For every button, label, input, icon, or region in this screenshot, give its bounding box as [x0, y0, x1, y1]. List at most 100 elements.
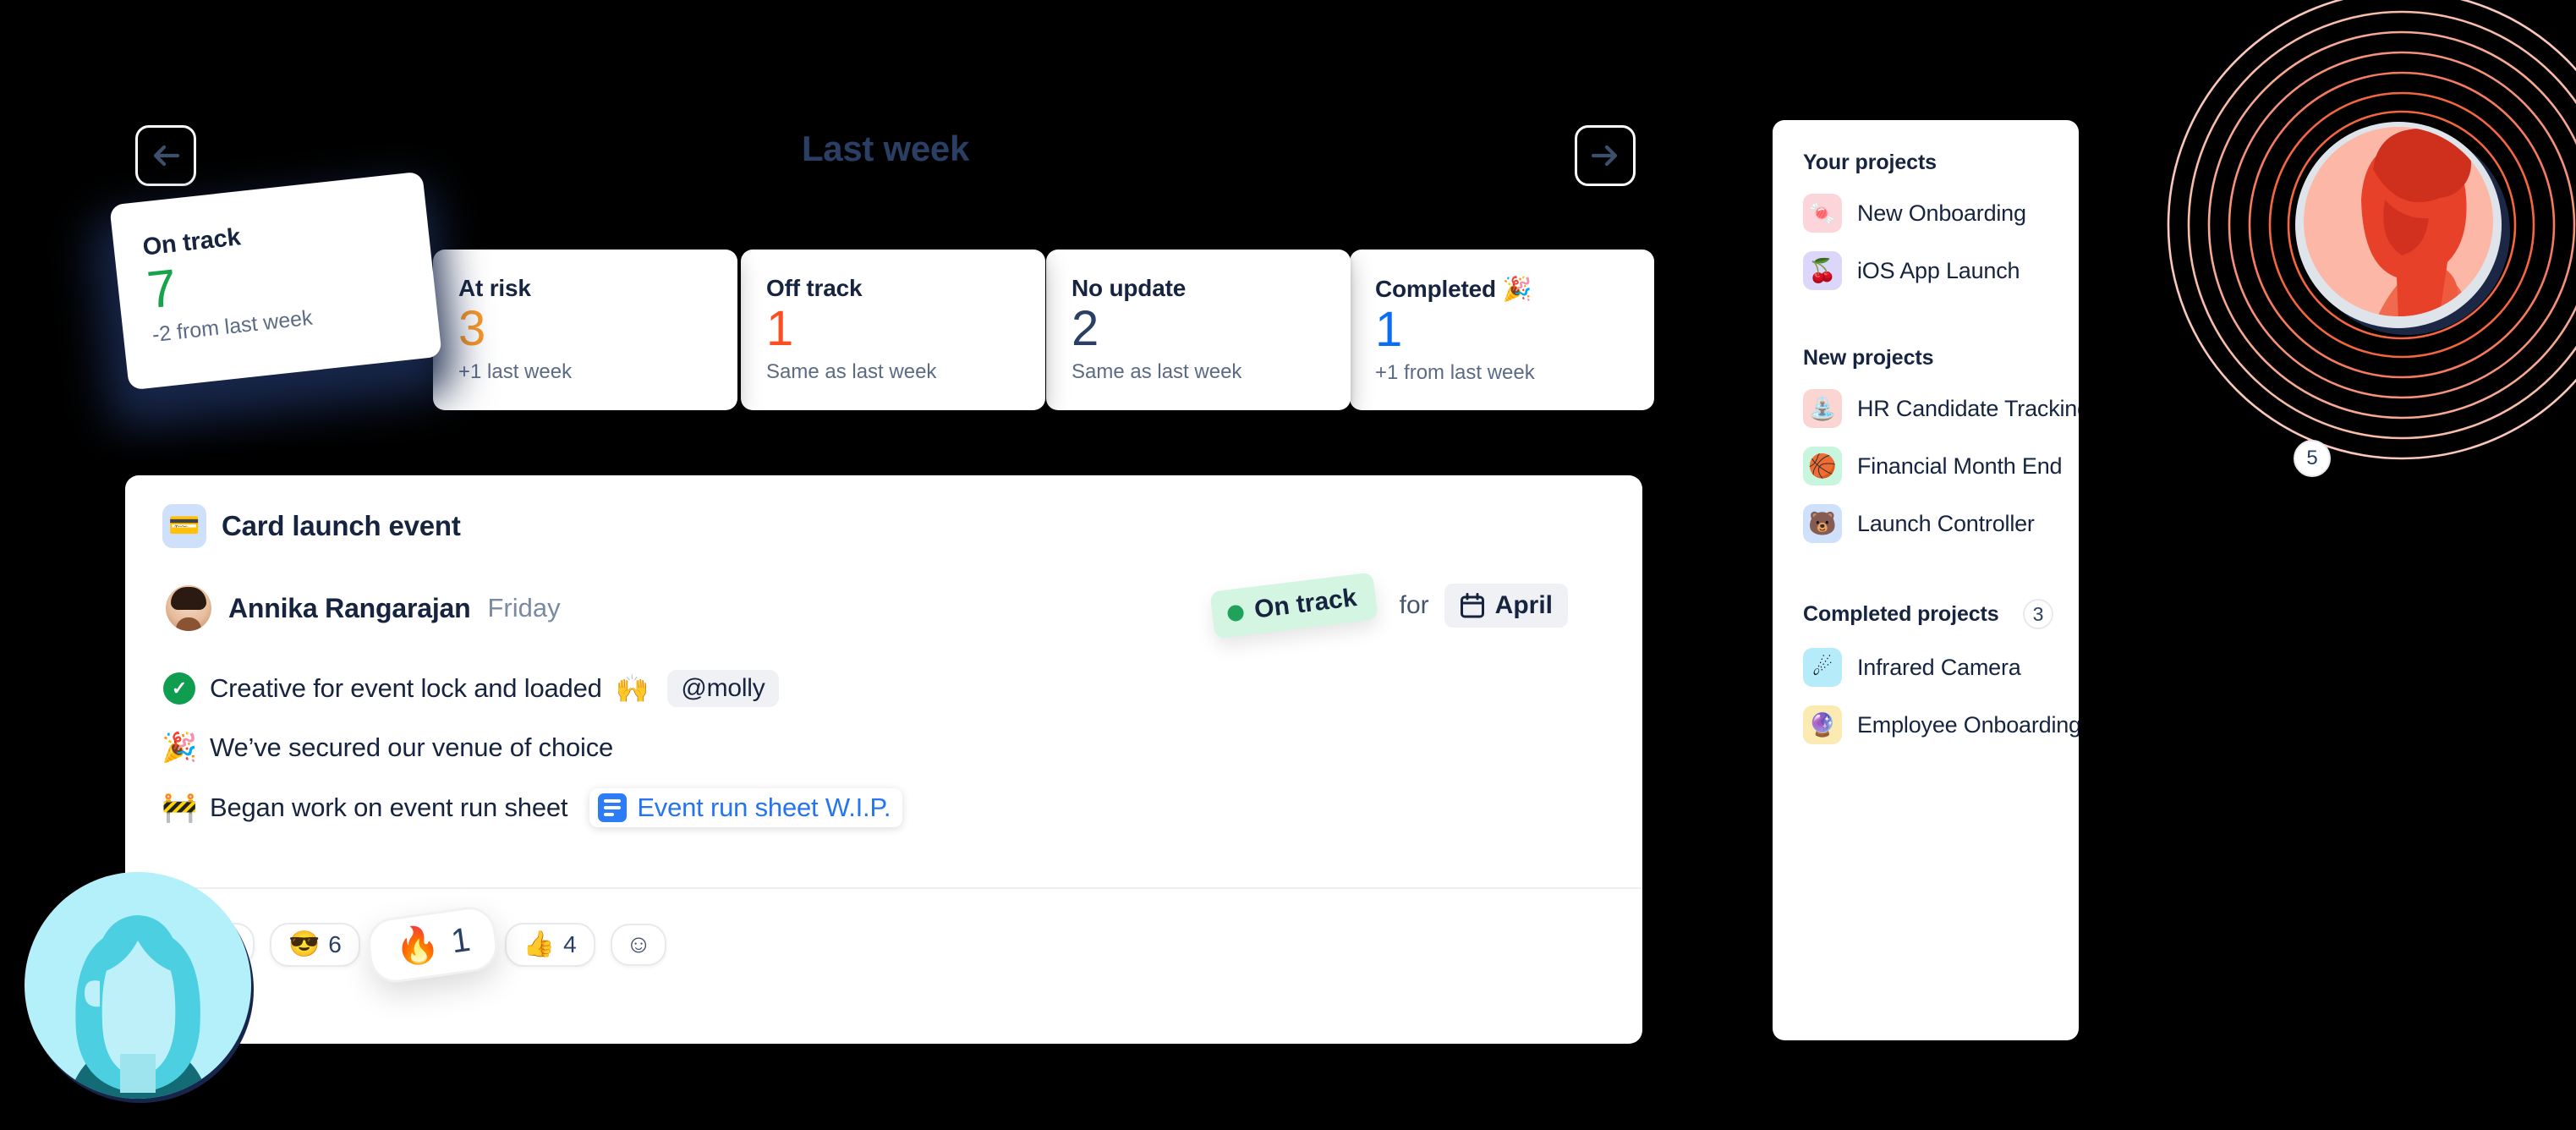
sidebar-section-title: Your projects [1803, 151, 1937, 174]
sunglasses-reaction[interactable]: 😎 6 [269, 923, 360, 967]
reaction-count: 6 [328, 931, 342, 957]
sidebar-item-label: Employee Onboarding [1857, 711, 2079, 738]
author-row: Annika Rangarajan Friday On track for Ap… [125, 548, 1642, 639]
clap-emoji: 👏 [183, 930, 215, 958]
update-bullet-list: ✓ Creative for event lock and loaded 🙌 @… [125, 631, 1642, 827]
fire-reaction[interactable]: 🔥 1 [364, 903, 501, 986]
sidebar-item-hr-candidate-tracking[interactable]: ⛲ HR Candidate Tracking [1803, 389, 2079, 428]
status-card-sub: Same as last week [766, 359, 937, 383]
sidebar-section-new-projects: New projects ⛲ HR Candidate Tracking 🏀 F… [1803, 346, 2079, 543]
sidebar-item-label: HR Candidate Tracking [1857, 395, 2079, 421]
sidebar-section-title: Completed projects [1803, 601, 1999, 626]
status-card-sub: Same as last week [1072, 359, 1242, 383]
week-title: Last week [801, 129, 970, 168]
red-profile-illustration [2167, 0, 2576, 460]
project-title: Card launch event [222, 510, 461, 541]
sidebar-item-new-onboarding[interactable]: 🍬 New Onboarding [1803, 194, 2053, 233]
list-item: ✓ Creative for event lock and loaded 🙌 @… [162, 670, 1642, 707]
sidebar-section-your-projects: Your projects 🍬 New Onboarding 🍒 iOS App… [1803, 151, 2053, 290]
status-card-label: No update [1072, 275, 1187, 301]
list-item: 🎉 We’ve secured our venue of choice [162, 732, 1642, 763]
status-card-value: 2 [1072, 301, 1099, 356]
status-card-label: Off track [766, 275, 863, 301]
project-emoji: 💳 [168, 512, 200, 540]
smiley-face-icon: ☺ [625, 930, 652, 958]
status-card-value: 3 [458, 301, 485, 356]
fountain-icon: ⛲ [1803, 389, 1842, 428]
month-label: April [1494, 591, 1553, 619]
crystal-ball-icon: 🔮 [1803, 705, 1842, 744]
avatar [166, 585, 211, 631]
sidebar-item-infrared-camera[interactable]: ☄ Infrared Camera [1803, 648, 2053, 687]
status-badge-label: On track [1252, 584, 1359, 624]
bullet-text: Began work on event run sheet [210, 793, 568, 822]
status-cluster: On track for April [1209, 572, 1568, 639]
sidebar-item-label: Financial Month End [1857, 453, 2063, 479]
check-circle-icon: ✓ [162, 672, 196, 705]
status-for-label: for [1399, 591, 1429, 619]
sidebar-item-label: Infrared Camera [1857, 654, 2021, 680]
sidebar-item-launch-controller[interactable]: 🐻 Launch Controller [1803, 504, 2053, 543]
status-card-value: 1 [1375, 302, 1402, 357]
calendar-icon [1460, 593, 1484, 618]
party-popper-icon: 🎉 [161, 732, 198, 764]
sidebar-item-label: Launch Controller [1857, 510, 2035, 536]
author-name: Annika Rangarajan [228, 592, 471, 623]
reaction-count: 6 [222, 931, 236, 957]
project-update-card: 💳 Card launch event Annika Rangarajan Fr… [125, 475, 1642, 1044]
status-card-at-risk[interactable]: At risk 3 +1 last week [433, 250, 737, 410]
status-card-off-track[interactable]: Off track 1 Same as last week [741, 250, 1045, 410]
thumbsup-reaction[interactable]: 👍 4 [504, 923, 595, 967]
status-card-label: At risk [458, 275, 531, 301]
fire-emoji: 🔥 [392, 923, 442, 969]
status-card-label: Completed 🎉 [1375, 276, 1532, 302]
projects-sidebar: Your projects 🍬 New Onboarding 🍒 iOS App… [1773, 120, 2079, 1040]
reaction-count: 1 [448, 920, 473, 960]
construction-icon: 🚧 [161, 792, 198, 824]
thumbsup-emoji: 👍 [523, 930, 556, 958]
bullet-text: We’ve secured our venue of choice [210, 732, 614, 762]
status-card-sub: +1 from last week [1375, 360, 1535, 384]
bear-icon: 🐻 [1803, 504, 1842, 543]
status-dot-icon [1226, 603, 1245, 623]
sidebar-section-title: New projects [1803, 346, 1934, 370]
sidebar-section-header: New projects [1803, 346, 2053, 370]
sidebar-section-completed-projects: Completed projects 3 ☄ Infrared Camera 🔮… [1803, 599, 2079, 744]
update-card-header: 💳 Card launch event [125, 475, 1642, 548]
month-chip[interactable]: April [1444, 584, 1568, 628]
status-card-value: 1 [766, 301, 793, 356]
document-icon [598, 793, 628, 822]
raised-hands-emoji: 🙌 [615, 673, 649, 704]
status-card-sub: +1 last week [458, 359, 573, 383]
sidebar-item-label: New Onboarding [1857, 200, 2026, 226]
sidebar-item-label: iOS App Launch [1857, 257, 2020, 283]
clap-reaction[interactable]: 👏 6 [164, 923, 255, 967]
sidebar-section-count: 3 [2023, 599, 2053, 629]
document-link-chip[interactable]: Event run sheet W.I.P. [589, 788, 903, 827]
mention-chip[interactable]: @molly [667, 670, 779, 707]
update-day: Friday [487, 593, 561, 623]
sidebar-item-employee-onboarding[interactable]: 🔮 Employee Onboarding [1803, 705, 2079, 744]
sunglasses-emoji: 😎 [288, 930, 321, 958]
candy-icon: 🍬 [1803, 194, 1842, 233]
dashboard-stage: Last week On track 7 -2 from last week A… [0, 0, 2576, 1130]
card-divider [125, 887, 1642, 889]
sidebar-item-financial-month-end[interactable]: 🏀 Financial Month End [1803, 447, 2063, 485]
sidebar-section-header: Completed projects 3 [1803, 599, 2053, 629]
basketball-icon: 🏀 [1803, 447, 1842, 485]
status-badge[interactable]: On track [1209, 572, 1378, 639]
bullet-text: Creative for event lock and loaded [210, 673, 602, 703]
list-item: 🚧 Began work on event run sheet Event ru… [162, 788, 1642, 827]
status-card-on-track[interactable]: On track 7 -2 from last week [109, 171, 442, 391]
document-link-label: Event run sheet W.I.P. [637, 793, 891, 822]
reaction-bar: 👏 6 😎 6 🔥 1 👍 4 ☺ [164, 903, 667, 986]
new-projects-count-badge: 5 [2294, 440, 2331, 477]
sidebar-item-ios-app-launch[interactable]: 🍒 iOS App Launch [1803, 251, 2053, 290]
status-card-completed[interactable]: Completed 🎉 1 +1 from last week [1350, 250, 1654, 410]
comet-icon: ☄ [1803, 648, 1842, 687]
add-reaction-button[interactable]: ☺ [610, 924, 667, 966]
credit-card-icon: 💳 [162, 504, 206, 548]
status-card-no-update[interactable]: No update 2 Same as last week [1046, 250, 1351, 410]
